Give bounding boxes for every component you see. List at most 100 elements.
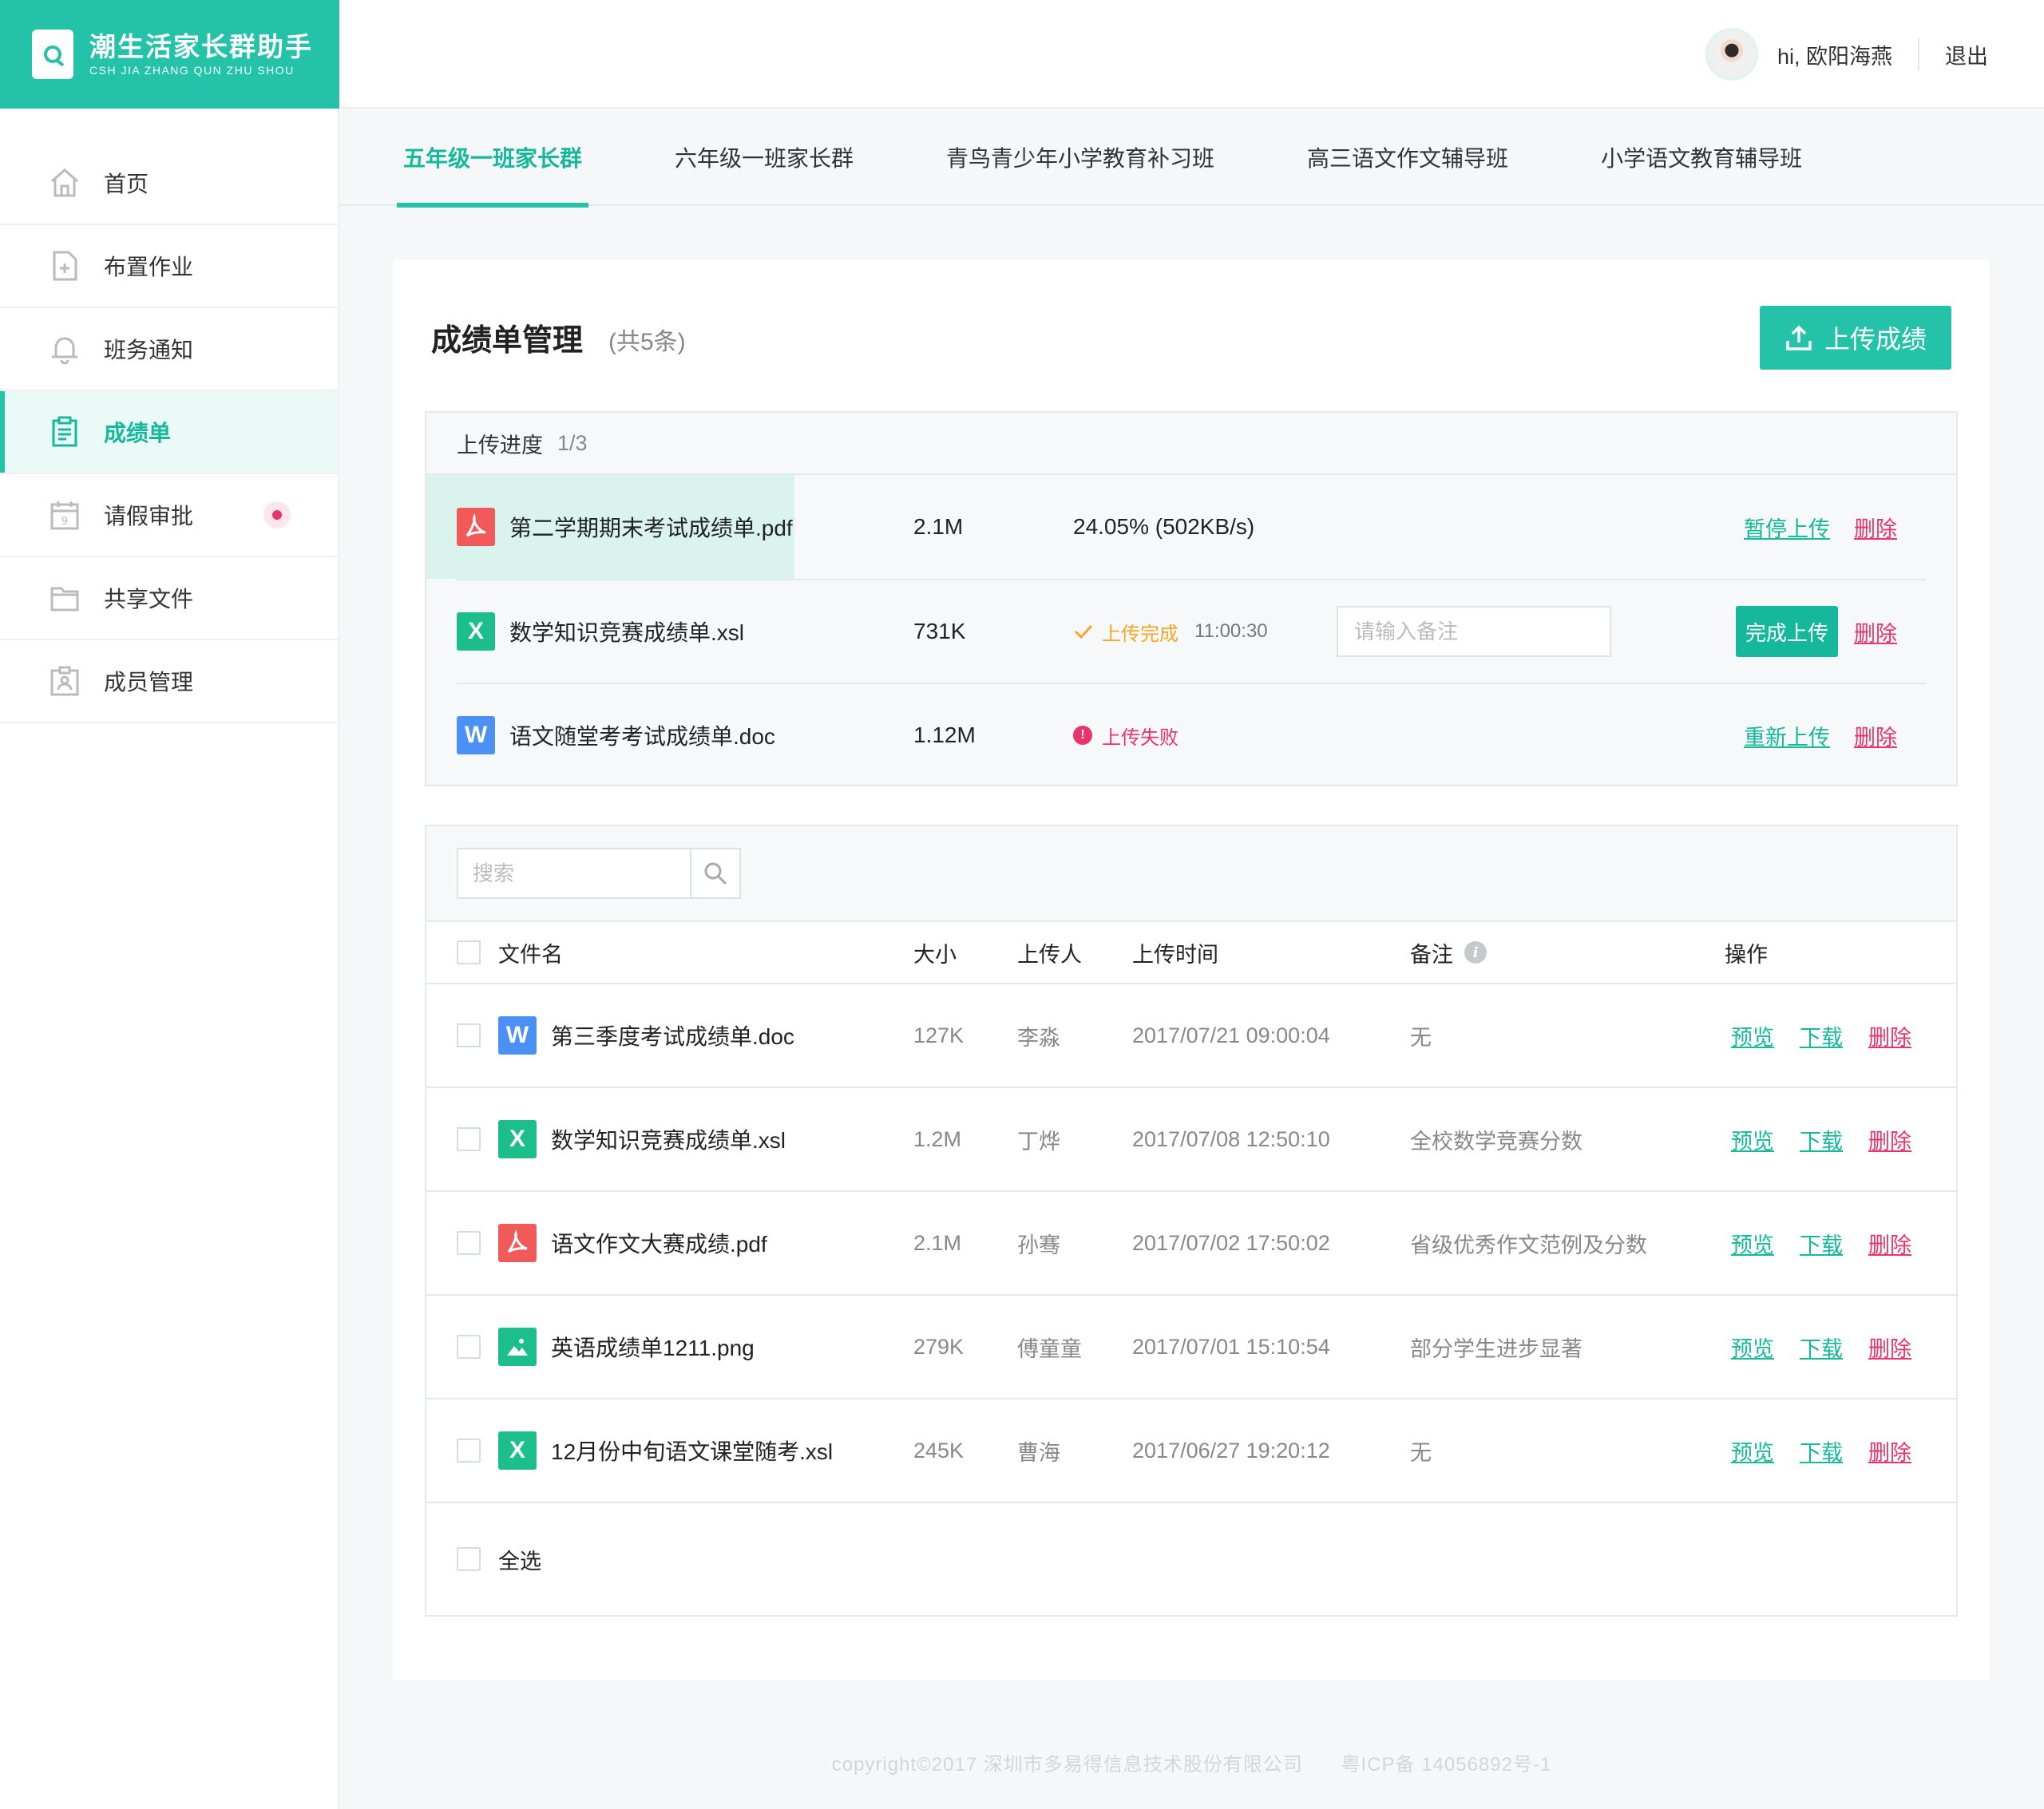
tab-qingniao[interactable]: 青鸟青少年小学教育补习班 [940,109,1221,206]
file-name-cell: X 数学知识竞赛成绩单.xsl [498,1120,786,1158]
sidebar-item-homework[interactable]: 布置作业 [0,225,338,308]
home-icon [50,167,80,199]
preview-link[interactable]: 预览 [1731,1435,1774,1467]
divider [1918,38,1919,70]
upload-grades-label: 上传成绩 [1824,325,1927,354]
delete-link[interactable]: 删除 [1868,1020,1911,1051]
avatar[interactable] [1705,28,1758,81]
info-icon[interactable]: i [1464,941,1487,964]
upload-progress-count: 1/3 [557,430,588,455]
row-checkbox[interactable] [457,1231,481,1255]
download-link[interactable]: 下载 [1800,1124,1843,1155]
file-time: 2017/07/21 09:00:04 [1132,1023,1330,1047]
file-note: 无 [1410,1025,1432,1050]
download-link[interactable]: 下载 [1800,1228,1843,1259]
sidebar-item-notice[interactable]: 班务通知 [0,308,338,391]
retry-upload-button[interactable]: 重新上传 [1744,720,1830,751]
grades-card: 成绩单管理 (共5条) 上传成绩 上传进度 1/3 第二学期期末考试成绩单.pd… [393,259,1990,1680]
col-uploader: 上传人 [1017,942,1082,967]
col-note-label: 备注 [1410,942,1453,967]
preview-link[interactable]: 预览 [1731,1332,1774,1363]
download-link[interactable]: 下载 [1800,1332,1843,1363]
upload-row: W 语文随堂考考试成绩单.doc 1.12M ! 上传失败 重新上传 删除 [457,683,1926,786]
upload-progress-panel: 上传进度 1/3 第二学期期末考试成绩单.pdf 2.1M 24.05% (50… [425,411,1958,786]
file-uploader: 丁烨 [1017,1129,1060,1154]
upload-file-name: 第二学期期末考试成绩单.pdf [509,516,793,540]
file-table: 文件名 大小 上传人 上传时间 备注 i 操作 W 第三季度考试成绩单.doc … [425,825,1958,1617]
sidebar-item-members[interactable]: 成员管理 [0,640,338,723]
delete-upload-button[interactable]: 删除 [1854,616,1897,647]
file-name: 英语成绩单1211.png [551,1336,755,1360]
download-link[interactable]: 下载 [1800,1020,1843,1051]
tab-primary-chinese[interactable]: 小学语文教育辅导班 [1594,109,1808,206]
upload-grades-button[interactable]: 上传成绩 [1760,306,1951,370]
file-time: 2017/07/01 15:10:54 [1132,1334,1330,1359]
upload-row: X 数学知识竞赛成绩单.xsl 731K 上传完成 11:00:30 完成上传 … [457,579,1926,683]
delete-upload-button[interactable]: 删除 [1854,512,1897,543]
tab-gaosan-writing[interactable]: 高三语文作文辅导班 [1301,109,1515,206]
delete-link[interactable]: 删除 [1868,1124,1911,1155]
word-file-icon: W [498,1016,537,1055]
copyright-text: copyright©2017 深圳市多易得信息技术股份有限公司 [831,1754,1303,1775]
complete-upload-button[interactable]: 完成上传 [1735,606,1838,657]
remark-input[interactable] [1337,606,1611,657]
bell-icon [50,333,80,365]
pause-upload-button[interactable]: 暂停上传 [1744,512,1830,543]
upload-status: 24.05% (502KB/s) [1073,514,1255,539]
sidebar-item-label: 共享文件 [104,587,194,612]
search-input[interactable] [458,849,691,897]
file-time: 2017/07/08 12:50:10 [1132,1126,1330,1151]
upload-file-size: 1.12M [913,722,976,747]
check-icon [1074,624,1093,639]
file-name: 语文作文大赛成绩.pdf [551,1232,767,1257]
sidebar-item-grades[interactable]: 成绩单 [0,391,338,474]
row-actions: 预览 下载 删除 [1731,1124,1937,1155]
col-ops: 操作 [1725,942,1768,967]
file-uploader: 李淼 [1017,1025,1060,1050]
file-name: 数学知识竞赛成绩单.xsl [551,1128,786,1153]
row-checkbox[interactable] [457,1439,481,1463]
col-filename: 文件名 [498,942,563,967]
sidebar-item-home[interactable]: 首页 [0,142,338,225]
search-button[interactable] [691,849,739,897]
delete-link[interactable]: 删除 [1868,1228,1911,1259]
sidebar-item-label: 首页 [104,172,149,196]
file-name: 12月份中旬语文课堂随考.xsl [551,1439,834,1464]
brand-logo[interactable]: 潮生活家长群助手 CSH JIA ZHANG QUN ZHU SHOU [0,0,339,109]
tab-grade5-class1[interactable]: 五年级一班家长群 [397,109,589,208]
upload-status: ! 上传失败 [1073,722,1178,750]
download-link[interactable]: 下载 [1800,1435,1843,1467]
file-size: 1.2M [913,1126,962,1151]
sidebar-item-leave[interactable]: 9 请假审批 [0,474,338,557]
table-row: X 12月份中旬语文课堂随考.xsl 245K 曹海 2017/06/27 19… [426,1399,1956,1503]
delete-link[interactable]: 删除 [1868,1435,1911,1467]
delete-upload-button[interactable]: 删除 [1854,720,1897,751]
preview-link[interactable]: 预览 [1731,1124,1774,1155]
preview-link[interactable]: 预览 [1731,1228,1774,1259]
file-name-cell: 语文作文大赛成绩.pdf [498,1224,767,1262]
clipboard-icon [50,416,80,448]
row-checkbox[interactable] [457,1335,481,1359]
sidebar-item-files[interactable]: 共享文件 [0,557,338,640]
file-name-cell: W 第三季度考试成绩单.doc [498,1016,794,1055]
select-all-checkbox[interactable] [457,1547,481,1571]
pdf-file-icon [498,1224,537,1262]
preview-link[interactable]: 预览 [1731,1020,1774,1051]
header-checkbox[interactable] [457,940,481,964]
delete-link[interactable]: 删除 [1868,1332,1911,1363]
row-checkbox[interactable] [457,1023,481,1047]
calendar-icon: 9 [50,499,80,531]
tab-grade6-class1[interactable]: 六年级一班家长群 [668,109,860,206]
table-footer: 全选 [426,1503,1956,1615]
upload-file-size: 731K [913,619,966,643]
row-actions: 预览 下载 删除 [1731,1020,1937,1051]
logout-button[interactable]: 退出 [1945,39,1988,70]
upload-progress-header: 上传进度 1/3 [426,413,1956,475]
document-add-icon [50,250,80,282]
icp-text: 粤ICP备 14056892号-1 [1341,1754,1552,1775]
select-all-label: 全选 [498,1549,541,1573]
row-checkbox[interactable] [457,1127,481,1151]
table-row: W 第三季度考试成绩单.doc 127K 李淼 2017/07/21 09:00… [426,984,1956,1088]
pdf-file-icon [457,508,495,546]
file-uploader: 孙骞 [1017,1233,1060,1257]
